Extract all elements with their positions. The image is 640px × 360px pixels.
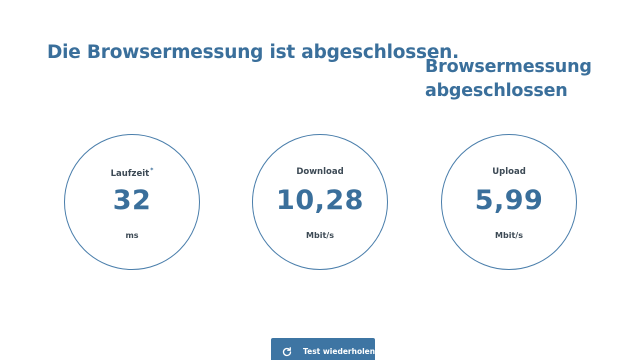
upload-value: 5,99 <box>474 185 544 216</box>
latency-label-text: Laufzeit <box>110 168 150 179</box>
download-value: 10,28 <box>276 185 364 216</box>
latency-value: 32 <box>112 185 152 216</box>
results-page: Die Browsermessung ist abgeschlossen. Br… <box>0 0 640 360</box>
retest-button-label: Test wiederholen <box>303 347 376 356</box>
download-unit: Mbit/s <box>306 231 334 240</box>
refresh-icon <box>282 347 292 357</box>
latency-footnote-mark: * <box>150 167 154 174</box>
page-title: Die Browsermessung ist abgeschlossen. <box>47 42 459 63</box>
upload-label: Upload <box>492 167 526 177</box>
retest-button[interactable]: Test wiederholen <box>271 338 375 360</box>
latency-gauge: Laufzeit* 32 ms <box>64 134 200 270</box>
download-gauge: Download 10,28 Mbit/s <box>252 134 388 270</box>
latency-label: Laufzeit* <box>65 167 199 179</box>
download-label: Download <box>296 167 344 177</box>
upload-gauge: Upload 5,99 Mbit/s <box>441 134 577 270</box>
upload-unit: Mbit/s <box>495 231 523 240</box>
side-title: Browsermessung abgeschlossen <box>425 57 592 101</box>
latency-unit: ms <box>125 231 139 240</box>
